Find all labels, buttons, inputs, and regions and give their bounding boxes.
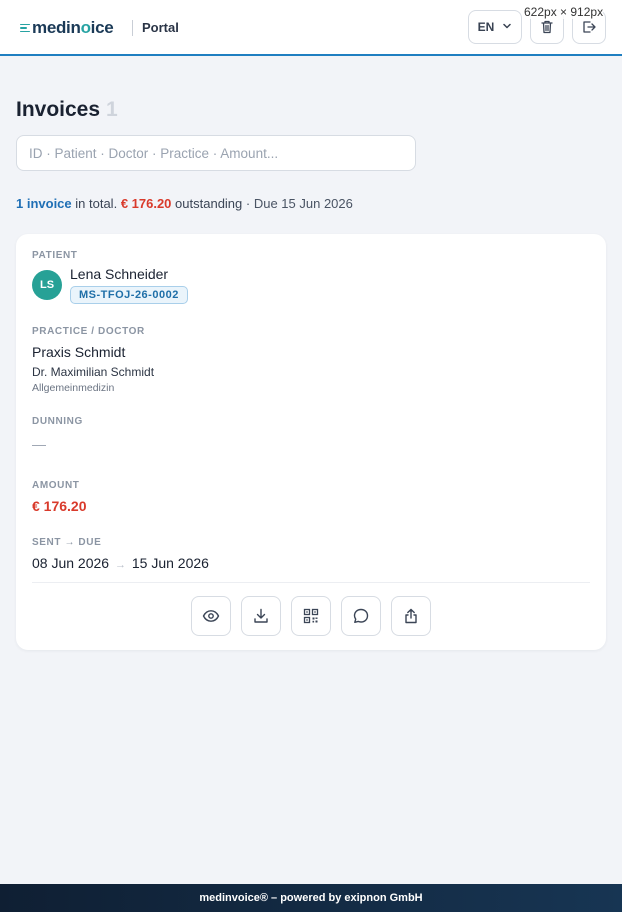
dunning-label: DUNNING (32, 416, 83, 427)
page-title-text: Invoices (16, 98, 101, 121)
eye-icon (202, 607, 220, 625)
sent-due-dates: 08 Jun 2026 → 15 Jun 2026 (32, 555, 209, 571)
language-value: EN (477, 20, 495, 34)
footer: medinvoice® – powered by exipnon GmbH (0, 884, 622, 912)
patient-label: PATIENT (32, 250, 78, 261)
portal-label: Portal (142, 20, 179, 35)
invoice-summary: 1 invoice in total. € 176.20 outstanding… (16, 196, 353, 211)
logo-text-pre: medin (32, 18, 81, 37)
date-arrow: → (114, 559, 126, 571)
patient-id-badge: MS-TFOJ-26-0002 (70, 286, 188, 304)
logo-text-post: ice (90, 18, 114, 37)
language-select[interactable]: EN (468, 10, 522, 44)
invoice-card: PATIENT LS Lena Schneider MS-TFOJ-26-000… (16, 234, 606, 650)
sent-due-label: SENT → DUE (32, 537, 102, 548)
doctor-specialty: Allgemeinmedizin (32, 382, 115, 394)
summary-outstanding-amount: € 176.20 (120, 196, 172, 211)
practice-name: Praxis Schmidt (32, 344, 126, 360)
top-header: medin o ice Portal EN 622px × 912px (0, 0, 622, 56)
practice-doctor-label: PRACTICE / DOCTOR (32, 326, 145, 337)
trash-icon (539, 19, 555, 35)
logo-lines-icon (20, 23, 30, 33)
patient-name: Lena Schneider (70, 266, 169, 282)
doctor-name: Dr. Maximilian Schmidt (32, 365, 155, 379)
qr-code-icon (302, 607, 320, 625)
view-button[interactable] (191, 596, 231, 636)
card-divider (32, 582, 590, 583)
download-icon (252, 607, 270, 625)
search-input[interactable] (16, 135, 416, 171)
header-divider (132, 20, 133, 36)
logo-text-o: o (80, 18, 91, 37)
amount-label: AMOUNT (32, 480, 80, 491)
amount-value: € 176.20 (32, 498, 87, 514)
due-date: 15 Jun 2026 (131, 555, 209, 571)
summary-count: 1 invoice (16, 196, 72, 211)
dunning-value: — (32, 436, 46, 452)
page-title: Invoices 1 (16, 98, 118, 122)
invoice-count-badge: 1 (106, 98, 118, 121)
logout-icon (581, 19, 597, 35)
dimensions-label: 622px × 912px (524, 5, 604, 19)
medinvoice-logo[interactable]: medin o ice (20, 18, 114, 38)
message-button[interactable] (341, 596, 381, 636)
share-icon (402, 607, 420, 625)
sent-date: 08 Jun 2026 (32, 555, 110, 571)
summary-in-total: in total. (75, 196, 118, 211)
share-button[interactable] (391, 596, 431, 636)
chat-icon (352, 607, 370, 625)
qr-code-button[interactable] (291, 596, 331, 636)
summary-due: · Due 15 Jun 2026 (245, 196, 353, 211)
summary-outstanding-label: outstanding (175, 196, 243, 211)
avatar: LS (32, 270, 62, 300)
footer-text: medinvoice® – powered by exipnon GmbH (199, 892, 423, 904)
chevron-down-icon (502, 20, 512, 34)
download-button[interactable] (241, 596, 281, 636)
